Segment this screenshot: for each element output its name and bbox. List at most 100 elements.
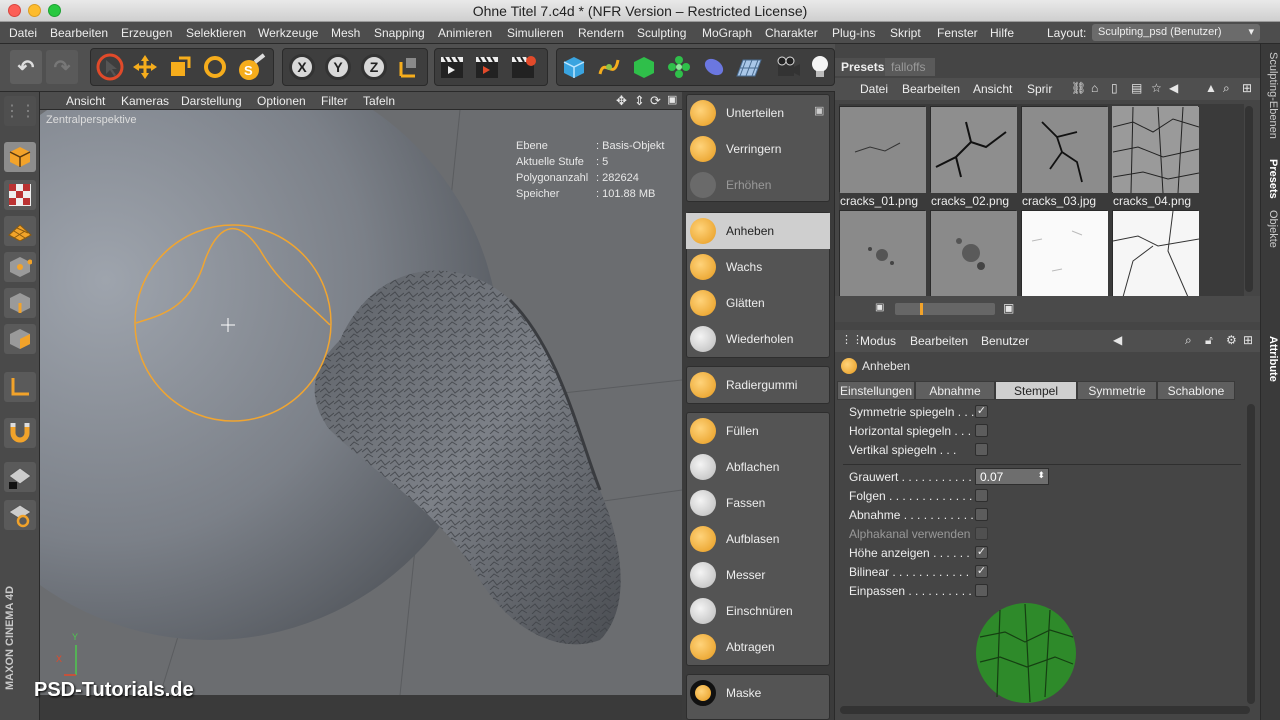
checkbox-alphakanal[interactable] bbox=[975, 527, 988, 540]
search-icon[interactable]: ⌕ bbox=[1185, 333, 1192, 348]
attributes-h-scrollbar[interactable] bbox=[840, 706, 1250, 714]
grauwert-input[interactable]: 0.07 ⬍ bbox=[975, 468, 1049, 485]
checkbox-vertikal-spiegeln[interactable] bbox=[975, 443, 988, 456]
book-icon[interactable]: ▤ bbox=[1131, 81, 1142, 95]
brush-radiergummi[interactable]: Radiergummi bbox=[686, 367, 830, 403]
brush-anheben[interactable]: Anheben bbox=[686, 213, 830, 249]
tab-einstellungen[interactable]: Einstellungen bbox=[837, 381, 915, 400]
3d-viewport[interactable]: Zentralperspektive Ebene: Basis-Objekt A… bbox=[40, 110, 682, 695]
axis-mode-button[interactable] bbox=[4, 372, 36, 402]
brush-abtragen[interactable]: Abtragen bbox=[686, 629, 830, 665]
brush-maske[interactable]: Maske bbox=[686, 675, 830, 711]
deformer-object-button[interactable] bbox=[698, 50, 730, 84]
checkbox-einpassen[interactable] bbox=[975, 584, 988, 597]
tab-symmetrie[interactable]: Symmetrie bbox=[1077, 381, 1157, 400]
locked-workplane-button[interactable] bbox=[4, 462, 36, 492]
undo-button[interactable]: ↶ bbox=[10, 50, 42, 84]
coordinate-system-button[interactable] bbox=[393, 50, 425, 84]
redo-button[interactable]: ↷ bbox=[46, 50, 78, 84]
scale-tool-button[interactable] bbox=[164, 50, 196, 84]
up-arrow-icon[interactable]: ▲ bbox=[1205, 81, 1217, 95]
small-thumb-icon[interactable]: ▣ bbox=[875, 302, 884, 313]
viewport-menu-optionen[interactable]: Optionen bbox=[257, 94, 306, 108]
stepper-icon[interactable]: ⬍ bbox=[1037, 470, 1045, 481]
tab-schablone[interactable]: Schablone bbox=[1157, 381, 1235, 400]
render-settings-button[interactable] bbox=[508, 50, 540, 84]
preset-thumb[interactable] bbox=[1021, 210, 1108, 297]
rotate-tool-button[interactable] bbox=[199, 50, 231, 84]
render-picture-viewer-button[interactable] bbox=[472, 50, 504, 84]
mode-button-workplane[interactable] bbox=[4, 216, 36, 246]
presets-menu-ansicht[interactable]: Ansicht bbox=[973, 82, 1012, 96]
expand-icon[interactable]: ⊞ bbox=[1242, 81, 1252, 95]
preset-thumb[interactable]: cracks_01.png bbox=[839, 106, 926, 208]
menu-sculpting[interactable]: Sculpting bbox=[637, 26, 686, 40]
brush-wachs[interactable]: Wachs bbox=[686, 249, 830, 285]
sidetab-presets[interactable]: Presets bbox=[1263, 159, 1279, 199]
presets-menu-sprir[interactable]: Sprir bbox=[1027, 82, 1052, 96]
thumb-size-slider[interactable] bbox=[895, 303, 995, 315]
link-icon[interactable]: ⛓ bbox=[1071, 81, 1086, 95]
snap-button[interactable] bbox=[4, 418, 36, 448]
brush-aufblasen[interactable]: Aufblasen bbox=[686, 521, 830, 557]
axis-z-button[interactable]: Z bbox=[358, 50, 390, 84]
viewport-menu-darstellung[interactable]: Darstellung bbox=[181, 94, 242, 108]
panel-layout-icon[interactable]: ▣ bbox=[814, 104, 824, 117]
viewport-menu-tafeln[interactable]: Tafeln bbox=[363, 94, 395, 108]
preset-thumb[interactable]: cracks_02.png bbox=[930, 106, 1017, 208]
checkbox-bilinear[interactable]: ✓ bbox=[975, 565, 988, 578]
axis-x-button[interactable]: X bbox=[286, 50, 318, 84]
menu-charakter[interactable]: Charakter bbox=[765, 26, 818, 40]
home-icon[interactable]: ⌂ bbox=[1091, 81, 1098, 95]
presets-menu-datei[interactable]: Datei bbox=[860, 82, 888, 96]
viewport-rotate-icon[interactable]: ⟳ bbox=[650, 93, 661, 109]
viewport-menu-filter[interactable]: Filter bbox=[321, 94, 348, 108]
menu-skript[interactable]: Skript bbox=[890, 26, 921, 40]
settings-icon[interactable]: ⚙︎ bbox=[1226, 333, 1237, 347]
menu-hilfe[interactable]: Hilfe bbox=[990, 26, 1014, 40]
preset-thumb[interactable] bbox=[1112, 210, 1200, 298]
brush-fuellen[interactable]: Füllen bbox=[686, 413, 830, 449]
mograph-object-button[interactable] bbox=[663, 50, 695, 84]
sidetab-attribute[interactable]: Attribute bbox=[1263, 336, 1279, 382]
layout-dropdown[interactable]: Sculpting_psd (Benutzer) ▾ bbox=[1092, 24, 1260, 41]
back-arrow-icon[interactable]: ◀ bbox=[1113, 333, 1122, 347]
preset-thumb[interactable] bbox=[930, 210, 1017, 297]
floor-object-button[interactable] bbox=[733, 50, 765, 84]
menu-werkzeuge[interactable]: Werkzeuge bbox=[258, 26, 318, 40]
menu-plugins[interactable]: Plug-ins bbox=[832, 26, 875, 40]
attributes-menu-bearbeiten[interactable]: Bearbeiten bbox=[910, 334, 968, 348]
spline-object-button[interactable] bbox=[593, 50, 625, 84]
tab-falloffs[interactable]: falloffs bbox=[885, 58, 935, 76]
mode-button-polygons[interactable] bbox=[4, 324, 36, 354]
camera-object-button[interactable] bbox=[772, 50, 804, 84]
checkbox-hoehe-anzeigen[interactable]: ✓ bbox=[975, 546, 988, 559]
bottle-icon[interactable]: ▯ bbox=[1111, 81, 1118, 95]
generator-object-button[interactable] bbox=[628, 50, 660, 84]
brush-verringern[interactable]: Verringern bbox=[686, 131, 830, 167]
menu-mograph[interactable]: MoGraph bbox=[702, 26, 752, 40]
attributes-scrollbar[interactable] bbox=[1247, 404, 1255, 704]
checkbox-symmetrie-spiegeln[interactable]: ✓ bbox=[975, 405, 988, 418]
move-tool-button[interactable] bbox=[129, 50, 161, 84]
viewport-maximize-icon[interactable]: ▣ bbox=[667, 93, 677, 106]
presets-menu-bearbeiten[interactable]: Bearbeiten bbox=[902, 82, 960, 96]
menu-mesh[interactable]: Mesh bbox=[331, 26, 360, 40]
thumb-size-slider-handle[interactable] bbox=[920, 303, 923, 315]
cube-object-button[interactable] bbox=[558, 50, 590, 84]
axis-y-button[interactable]: Y bbox=[322, 50, 354, 84]
workplane-options-button[interactable] bbox=[4, 500, 36, 530]
mode-button-edges[interactable] bbox=[4, 288, 36, 318]
tab-stempel[interactable]: Stempel bbox=[995, 381, 1077, 400]
menu-datei[interactable]: Datei bbox=[9, 26, 37, 40]
attributes-menu-benutzer[interactable]: Benutzer bbox=[981, 334, 1029, 348]
menu-animieren[interactable]: Animieren bbox=[438, 26, 492, 40]
viewport-menu-ansicht[interactable]: Ansicht bbox=[66, 94, 105, 108]
sidetab-sculpting-ebenen[interactable]: Sculpting-Ebenen bbox=[1263, 52, 1279, 139]
menu-fenster[interactable]: Fenster bbox=[937, 26, 978, 40]
tab-presets[interactable]: Presets bbox=[835, 58, 885, 76]
mode-button-object[interactable] bbox=[4, 142, 36, 172]
viewport-menu-kameras[interactable]: Kameras bbox=[121, 94, 169, 108]
preset-thumb[interactable]: cracks_04.png bbox=[1112, 106, 1200, 208]
checkbox-abnahme[interactable] bbox=[975, 508, 988, 521]
